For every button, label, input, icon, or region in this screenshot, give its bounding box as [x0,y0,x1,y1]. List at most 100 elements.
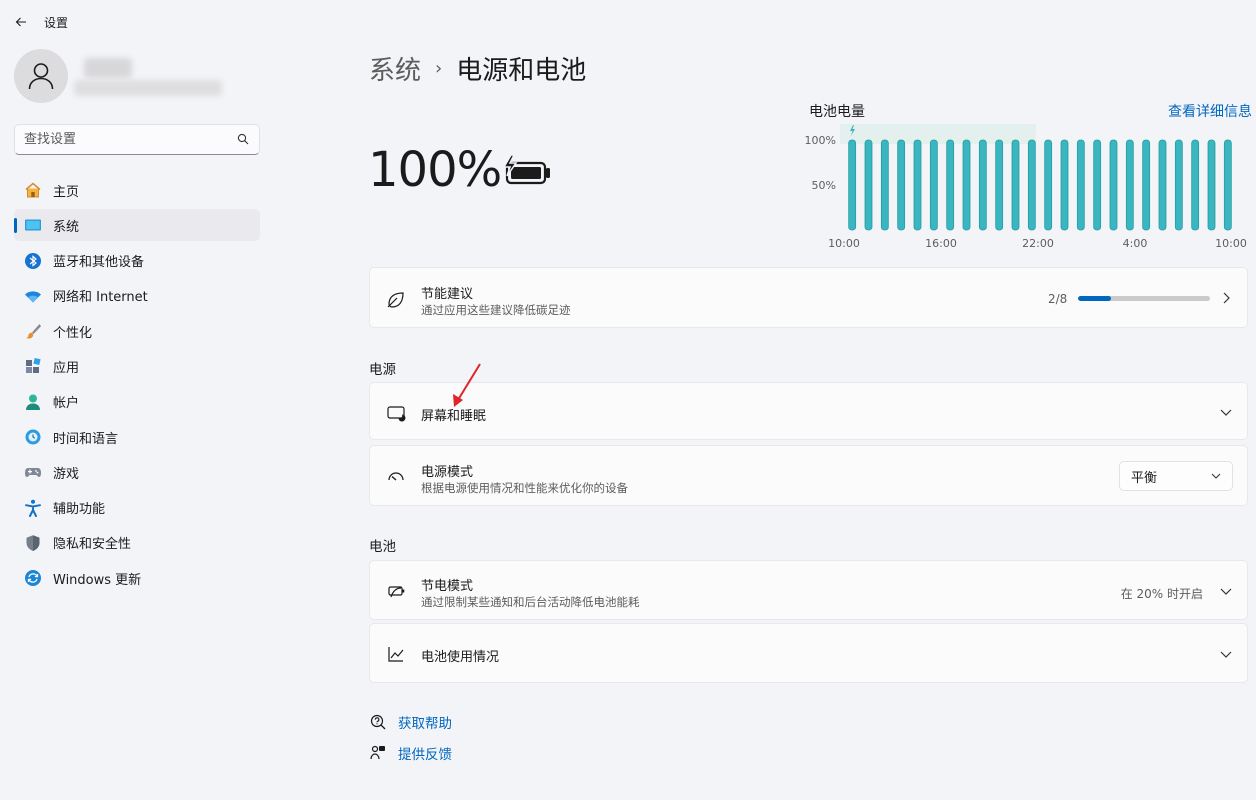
sidebar-item-label: 辅助功能 [53,502,106,518]
sidebar-item-label: Windows 更新 [53,572,142,588]
sidebar-item-label: 时间和语言 [53,431,119,447]
battery-saver-status: 在 20% 时开启 [1120,587,1203,601]
sidebar-item-time-language[interactable]: 时间和语言 [14,421,260,453]
title-bar: 设置 [0,0,1256,44]
sidebar-item-gaming[interactable]: 游戏 [14,456,260,488]
chart-bar [1011,139,1020,231]
sidebar-nav: 主页 系统 蓝牙和其他设备 网络和 Internet 个性化 应用 帐户 时间和… [14,174,260,598]
chevron-down-icon [1211,473,1221,479]
sidebar-item-label: 主页 [53,184,80,200]
battery-usage-title: 电池使用情况 [421,650,500,665]
chart-bar [1093,139,1102,231]
get-help-link[interactable]: 获取帮助 [369,712,452,732]
battery-usage-card[interactable]: 电池使用情况 [369,623,1248,683]
power-mode-subtitle: 根据电源使用情况和性能来优化你的设备 [421,481,628,495]
search-box[interactable] [14,124,260,155]
chart-title: 电池电量 [809,104,865,120]
sidebar-item-label: 应用 [53,360,80,376]
update-icon [24,569,42,587]
chart-bar [1060,139,1069,231]
sidebar-item-label: 网络和 Internet [53,290,148,306]
brush-icon [24,322,42,340]
battery-section-label: 电池 [369,539,396,555]
power-mode-icon [386,466,406,486]
screen-sleep-icon [386,403,406,423]
sidebar-item-label: 帐户 [53,396,80,412]
sidebar-item-accessibility[interactable]: 辅助功能 [14,492,260,524]
power-mode-card: 电源模式 根据电源使用情况和性能来优化你的设备 平衡 [369,445,1248,506]
apps-icon [24,357,42,375]
y-tick-label: 50% [812,179,836,192]
system-icon [24,216,42,234]
view-details-link[interactable]: 查看详细信息 [1168,101,1252,121]
avatar[interactable] [14,49,68,103]
sidebar-item-apps[interactable]: 应用 [14,350,260,382]
x-tick-label: 10:00 [1215,237,1247,250]
sidebar-item-label: 游戏 [53,466,80,482]
energy-progress-text: 2/8 [1048,292,1068,306]
accessibility-icon [24,499,42,517]
page-title: 电源和电池 [456,56,587,86]
battery-level-chart: 100% 50% 10:00 16:00 22:00 4:00 10:00 [805,124,1247,250]
chart-bar [1158,139,1167,231]
search-input[interactable] [24,132,224,147]
chart-bar [897,139,906,231]
sidebar-item-label: 系统 [53,219,80,235]
y-tick-label: 100% [805,134,836,147]
user-name-blurred [74,58,224,98]
account-icon [24,393,42,411]
sidebar-item-label: 个性化 [53,325,93,341]
battery-saver-subtitle: 通过限制某些通知和后台活动降低电池能耗 [421,595,640,609]
sidebar-item-windows-update[interactable]: Windows 更新 [14,562,260,594]
shield-icon [24,534,42,552]
settings-window: 设置 主页 系统 蓝牙和其他设备 网络和 Internet 个性化 [0,0,1256,800]
sidebar-item-privacy[interactable]: 隐私和安全性 [14,527,260,559]
breadcrumb-parent[interactable]: 系统 [369,50,421,87]
power-mode-title: 电源模式 [421,465,474,480]
battery-saver-title: 节电模式 [421,579,474,594]
x-tick-label: 16:00 [925,237,957,250]
sidebar-item-network[interactable]: 网络和 Internet [14,280,260,312]
sidebar-item-label: 蓝牙和其他设备 [53,255,145,271]
breadcrumb: 系统 › 电源和电池 [369,50,586,87]
energy-recommendations-card[interactable]: 节能建议 通过应用这些建议降低碳足迹 2/8 [369,267,1248,328]
get-help-label: 获取帮助 [398,716,452,732]
energy-subtitle: 通过应用这些建议降低碳足迹 [421,303,571,317]
chevron-right-icon [1219,291,1233,305]
power-mode-selected: 平衡 [1131,470,1158,486]
battery-saver-icon [386,581,406,601]
sidebar-item-bluetooth[interactable]: 蓝牙和其他设备 [14,245,260,277]
chart-bar [1223,139,1232,231]
sidebar-item-home[interactable]: 主页 [14,174,260,206]
chart-bar [978,139,987,231]
home-icon [24,181,42,199]
chart-bar [848,139,857,231]
power-section-label: 电源 [369,362,396,378]
chart-bar [946,139,955,231]
sidebar-item-accounts[interactable]: 帐户 [14,386,260,418]
leaf-icon [386,289,406,309]
chevron-down-icon [1219,647,1233,661]
annotation-arrow-icon [453,363,481,407]
sidebar-item-system[interactable]: 系统 [14,209,260,242]
battery-percentage: 100% [368,142,502,198]
battery-saver-card[interactable]: 节电模式 通过限制某些通知和后台活动降低电池能耗 在 20% 时开启 [369,560,1248,620]
breadcrumb-separator: › [435,58,443,79]
sidebar-item-personalization[interactable]: 个性化 [14,315,260,347]
energy-title: 节能建议 [421,287,474,302]
chart-bar [1027,139,1036,231]
x-tick-label: 4:00 [1123,237,1148,250]
gamepad-icon [24,463,42,481]
chart-bar [1044,139,1053,231]
line-chart-icon [386,644,406,664]
x-tick-label: 22:00 [1022,237,1054,250]
back-button[interactable] [10,11,32,33]
x-tick-label: 10:00 [828,237,860,250]
app-title: 设置 [44,16,69,30]
chart-bar [1109,139,1118,231]
give-feedback-link[interactable]: 提供反馈 [369,743,452,763]
bluetooth-icon [24,252,42,270]
screen-sleep-card[interactable]: 屏幕和睡眠 [369,382,1248,440]
power-mode-dropdown[interactable]: 平衡 [1119,461,1233,491]
chart-bar [913,139,922,231]
